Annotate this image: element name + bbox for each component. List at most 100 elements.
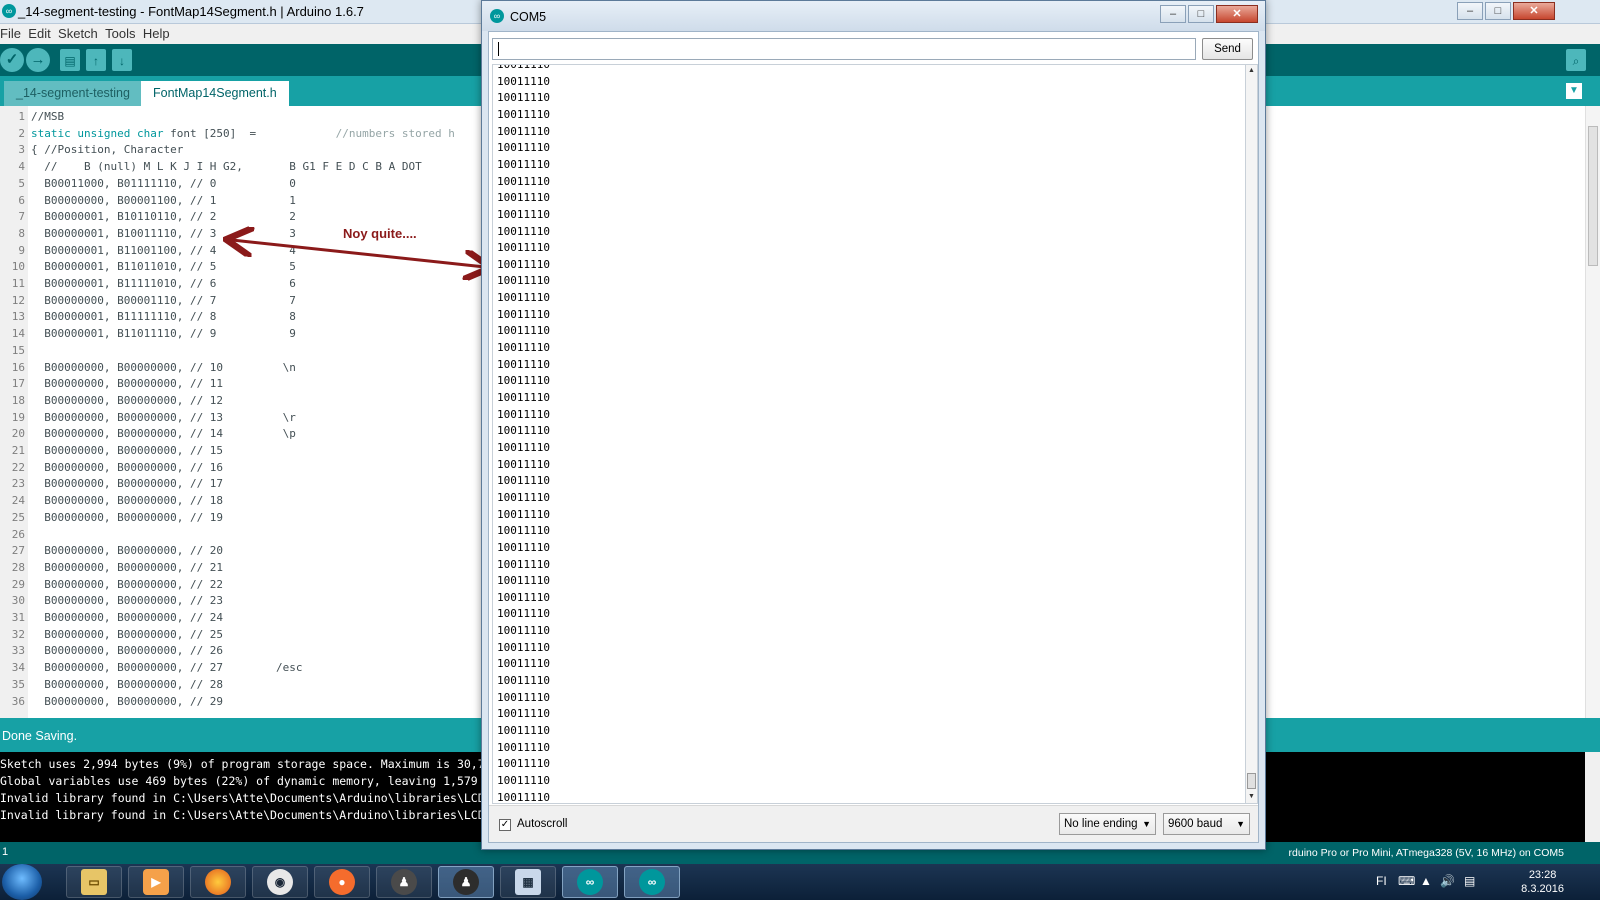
- serial-output-line: 10011110: [497, 640, 550, 654]
- status-message: Done Saving.: [2, 729, 78, 743]
- serial-output-line: 10011110: [497, 207, 550, 221]
- serial-maximize-button[interactable]: □: [1188, 5, 1214, 23]
- taskbar-user-app-2[interactable]: ♟: [438, 866, 494, 898]
- serial-bottom-bar: ✓ Autoscroll No line ending ▼ 9600 baud …: [489, 805, 1258, 842]
- show-hidden-icons-icon[interactable]: ▲: [1420, 874, 1432, 888]
- console-scrollbar[interactable]: [1585, 752, 1600, 842]
- serial-output-line: 10011110: [497, 307, 550, 321]
- serial-output-line: 10011110: [497, 657, 550, 671]
- taskbar-media-player[interactable]: ▶: [128, 866, 184, 898]
- serial-output-line: 10011110: [497, 707, 550, 721]
- autoscroll-label: Autoscroll: [517, 818, 568, 830]
- keyboard-icon[interactable]: ⌨: [1398, 874, 1415, 888]
- serial-output-line: 10011110: [497, 274, 550, 288]
- serial-output-line: 10011110: [497, 790, 550, 804]
- serial-output-line: 10011110: [497, 74, 550, 88]
- line-ending-value: No line ending: [1064, 818, 1138, 830]
- taskbar-user-app[interactable]: ♟: [376, 866, 432, 898]
- serial-output-line: 10011110: [497, 407, 550, 421]
- serial-output-line: 10011110: [497, 241, 550, 255]
- arduino-logo-icon: ∞: [490, 9, 504, 23]
- scroll-up-icon[interactable]: ▲: [1247, 67, 1256, 74]
- folder-icon: ▭: [81, 869, 107, 895]
- taskbar-steam[interactable]: ◉: [252, 866, 308, 898]
- serial-output-line: 10011110: [497, 391, 550, 404]
- serial-output-line: 10011110: [497, 91, 550, 105]
- serial-output-line: 10011110: [497, 174, 550, 188]
- taskbar-calculator[interactable]: ▦: [500, 866, 556, 898]
- serial-output-line: 10011110: [497, 341, 550, 355]
- serial-output-line: 10011110: [497, 574, 550, 588]
- serial-output-line: 10011110: [497, 424, 550, 438]
- console-line: Invalid library found in C:\Users\Atte\D…: [0, 808, 492, 822]
- origin-icon: ●: [329, 869, 355, 895]
- serial-output-line: 10011110: [497, 724, 550, 737]
- taskbar-firefox[interactable]: [190, 866, 246, 898]
- send-button[interactable]: Send: [1202, 38, 1253, 60]
- serial-output-line: 10011110: [497, 757, 550, 771]
- clock-time: 23:28: [1528, 869, 1557, 881]
- baud-rate-select[interactable]: 9600 baud ▼: [1163, 813, 1250, 835]
- serial-output-line: 10011110: [497, 773, 550, 787]
- serial-output-line: 10011110: [497, 224, 550, 238]
- serial-scrollbar-thumb[interactable]: [1247, 773, 1256, 789]
- baud-rate-value: 9600 baud: [1168, 818, 1223, 830]
- input-language[interactable]: FI: [1376, 874, 1387, 888]
- taskbar-arduino-serial[interactable]: ∞: [624, 866, 680, 898]
- taskbar-explorer[interactable]: ▭: [66, 866, 122, 898]
- line-ending-select[interactable]: No line ending ▼: [1059, 813, 1156, 835]
- media-player-icon: ▶: [143, 869, 169, 895]
- annotation-label: Noy quite....: [343, 226, 417, 241]
- serial-output-line: 10011110: [497, 157, 550, 171]
- serial-output-line: 10011110: [497, 357, 550, 371]
- serial-output-line: 10011110: [497, 590, 550, 604]
- serial-minimize-button[interactable]: –: [1160, 5, 1186, 23]
- windows-taskbar: ▭ ▶ ◉ ● ♟ ♟ ▦ ∞ ∞ FI ⌨ ▲ 🔊 ▤ 23:28 8.3.2…: [0, 864, 1600, 900]
- serial-output-line: 10011110: [497, 507, 550, 521]
- taskbar-origin[interactable]: ●: [314, 866, 370, 898]
- serial-output-line: 10011110: [497, 740, 550, 754]
- serial-output-line: 10011110: [497, 324, 550, 338]
- arduino-logo-icon: ∞: [639, 869, 665, 895]
- serial-output-line: 10011110: [497, 64, 550, 71]
- serial-output-line: 10011110: [497, 474, 550, 488]
- console-line: Sketch uses 2,994 bytes (9%) of program …: [0, 757, 492, 771]
- serial-output-line: 10011110: [497, 690, 550, 704]
- system-clock[interactable]: 23:28 8.3.2016: [1521, 868, 1564, 896]
- serial-window-title: COM5: [510, 10, 547, 24]
- serial-output-line: 10011110: [497, 624, 550, 638]
- serial-content: Send 10011110 10011110 10011110 10011110 100…: [488, 31, 1259, 843]
- volume-icon[interactable]: 🔊: [1440, 874, 1455, 888]
- taskbar-arduino-ide[interactable]: ∞: [562, 866, 618, 898]
- serial-output-line: 10011110: [497, 191, 550, 205]
- serial-output-line: 10011110: [497, 607, 550, 621]
- serial-output-line: 10011110: [497, 524, 550, 538]
- firefox-icon: [205, 869, 231, 895]
- person-icon: ♟: [453, 869, 479, 895]
- serial-output-line: 10011110: [497, 540, 550, 554]
- serial-output-line: 10011110: [497, 557, 550, 571]
- serial-titlebar: ∞ COM5 – □ ✕: [482, 1, 1265, 31]
- network-icon[interactable]: ▤: [1464, 874, 1475, 888]
- start-button-icon[interactable]: [2, 864, 42, 900]
- steam-icon: ◉: [267, 869, 293, 895]
- serial-output-line: 10011110: [497, 141, 550, 155]
- clock-date: 8.3.2016: [1521, 883, 1564, 895]
- scroll-down-icon[interactable]: ▼: [1247, 793, 1256, 800]
- serial-output-line: 10011110: [497, 124, 550, 138]
- serial-monitor-window: ∞ COM5 – □ ✕ Send 10011110 10011110 100111…: [481, 0, 1266, 850]
- serial-output-line: 10011110: [497, 257, 550, 271]
- chevron-down-icon: ▼: [1236, 819, 1245, 829]
- serial-output-line: 10011110: [497, 440, 550, 454]
- serial-output-line: 10011110: [497, 674, 550, 688]
- serial-output-line: 10011110: [497, 107, 550, 121]
- serial-output-scrollbar[interactable]: ▲ ▼: [1246, 64, 1258, 804]
- person-icon: ♟: [391, 869, 417, 895]
- serial-output-line: 10011110: [497, 457, 550, 471]
- autoscroll-checkbox[interactable]: ✓: [499, 819, 511, 831]
- console-line: Invalid library found in C:\Users\Atte\D…: [0, 791, 492, 805]
- arduino-logo-icon: ∞: [577, 869, 603, 895]
- serial-send-input[interactable]: [492, 38, 1196, 60]
- serial-close-button[interactable]: ✕: [1216, 5, 1258, 23]
- console-line: Global variables use 469 bytes (22%) of …: [0, 774, 492, 788]
